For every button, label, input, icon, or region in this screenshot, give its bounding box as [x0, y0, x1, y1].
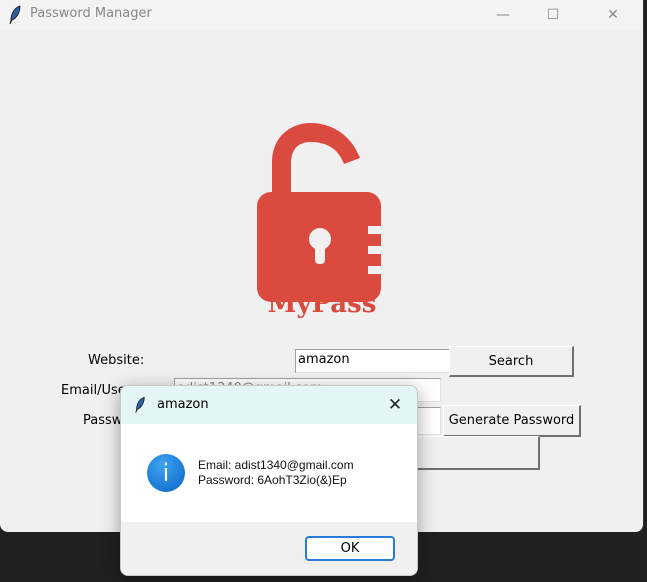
- dialog-close-button[interactable]: ✕: [383, 394, 407, 416]
- website-input[interactable]: amazon: [295, 349, 450, 373]
- title-bar: Password Manager — ☐ ✕: [0, 0, 643, 30]
- info-icon: i: [147, 454, 185, 492]
- website-label: Website:: [88, 353, 145, 368]
- lock-shackle-icon: [272, 123, 360, 198]
- search-button[interactable]: Search: [449, 346, 574, 377]
- maximize-button[interactable]: ☐: [530, 0, 576, 30]
- mypass-logo: MyPass: [257, 123, 392, 319]
- feather-icon: [135, 396, 145, 413]
- logo-text: MyPass: [268, 289, 377, 319]
- email-line: Email: adist1340@gmail.com: [198, 458, 354, 472]
- dialog-message: Email: adist1340@gmail.com Password: 6Ao…: [198, 458, 354, 488]
- generate-password-button[interactable]: Generate Password: [443, 405, 581, 437]
- feather-icon: [9, 5, 21, 25]
- ok-button[interactable]: OK: [305, 536, 395, 561]
- dialog-title-bar: amazon ✕: [121, 386, 417, 424]
- window-title: Password Manager: [30, 6, 152, 21]
- minimize-button[interactable]: —: [480, 0, 526, 30]
- dialog-title: amazon: [157, 397, 209, 412]
- password-line: Password: 6AohT3Zio(&)Ep: [198, 473, 347, 487]
- close-button[interactable]: ✕: [590, 0, 636, 30]
- dialog-footer: OK: [121, 522, 417, 575]
- info-dialog: amazon ✕ i Email: adist1340@gmail.com Pa…: [120, 385, 418, 576]
